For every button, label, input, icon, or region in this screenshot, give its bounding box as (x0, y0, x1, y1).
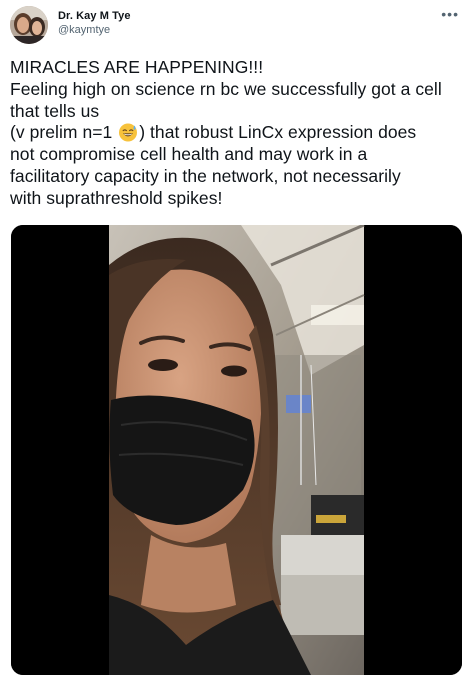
author-display-name[interactable]: Dr. Kay M Tye (58, 9, 131, 23)
tweet-line: with suprathreshold spikes! (10, 187, 223, 208)
profile-photo-icon (10, 6, 48, 44)
tweet-line: facilitatory capacity in the network, no… (10, 165, 401, 186)
tweet-text-segment: (v prelim n=1 (10, 122, 118, 143)
tweet-line-with-emoji: (v prelim n=1 ) that robust LinCx expres… (10, 122, 462, 144)
selfie-video-frame-icon (11, 225, 462, 675)
grinning-sweat-emoji-icon (119, 123, 138, 142)
author-handle[interactable]: @kaymtye (58, 23, 131, 37)
tweet-text-segment: ) that robust LinCx expression does (139, 122, 417, 143)
tweet-line: not compromise cell health and may work … (10, 144, 368, 165)
tweet-line: that tells us (10, 100, 100, 121)
tweet-line: MIRACLES ARE HAPPENING!!! (10, 57, 264, 77)
tweet-line: Feeling high on science rn bc we success… (10, 78, 442, 99)
tweet-header: Dr. Kay M Tye @kaymtye ••• (10, 6, 461, 46)
tweet-text: MIRACLES ARE HAPPENING!!! Feeling high o… (10, 57, 462, 210)
avatar[interactable] (10, 6, 48, 44)
author-names: Dr. Kay M Tye @kaymtye (58, 9, 131, 37)
more-options-icon[interactable]: ••• (441, 7, 459, 21)
tweet-card: Dr. Kay M Tye @kaymtye ••• MIRACLES ARE … (0, 0, 471, 680)
tweet-video[interactable] (11, 225, 462, 675)
